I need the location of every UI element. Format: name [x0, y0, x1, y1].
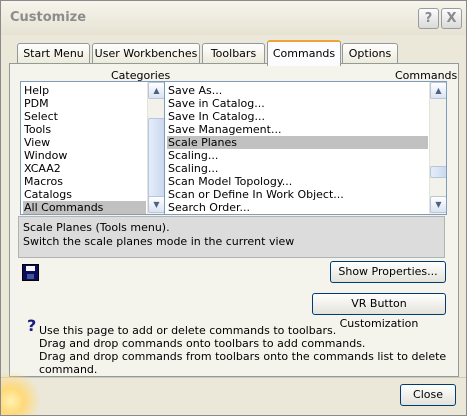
list-item[interactable]: XCAA2 [23, 162, 146, 175]
show-properties-button[interactable]: Show Properties... [330, 261, 446, 283]
title-help-button[interactable]: ? [418, 8, 439, 29]
question-mark-icon: ? [27, 316, 37, 335]
scroll-down-button[interactable]: ▼ [430, 196, 446, 213]
list-item[interactable]: Save As... [167, 84, 428, 97]
list-item[interactable]: Scan Model Topology... [167, 175, 428, 188]
customize-dialog: Customize ? X Start Menu User Workbenche… [0, 0, 467, 416]
tab-toolbars[interactable]: Toolbars [202, 43, 265, 64]
list-item[interactable]: PDM [23, 97, 146, 110]
categories-scrollbar[interactable]: ▲ ▼ [147, 82, 164, 214]
list-item[interactable]: Macros [23, 175, 146, 188]
list-item-selected[interactable]: Scale Planes [167, 136, 428, 149]
list-item-selected[interactable]: All Commands [23, 201, 146, 214]
command-description: Scale Planes (Tools menu). Switch the sc… [18, 216, 445, 258]
title-bar: Customize ? X [1, 1, 466, 35]
list-item[interactable]: View [23, 136, 146, 149]
list-item[interactable]: Select [23, 110, 146, 123]
scroll-up-button[interactable]: ▲ [148, 82, 164, 99]
floppy-disk-icon[interactable] [22, 264, 39, 281]
tab-commands[interactable]: Commands [267, 40, 341, 66]
scroll-down-button[interactable]: ▼ [148, 196, 164, 213]
vr-button-customization-button[interactable]: VR Button Customization [312, 293, 446, 330]
help-line-3: Drag and drop commands from toolbars ont… [39, 350, 447, 376]
window-title: Customize [10, 10, 87, 25]
floppy-shutter [27, 274, 34, 279]
tab-start-menu[interactable]: Start Menu [17, 43, 90, 64]
tab-options[interactable]: Options [342, 43, 398, 64]
list-item[interactable]: Save In Catalog... [167, 110, 428, 123]
list-item[interactable]: Scaling... [167, 149, 428, 162]
description-line-2: Switch the scale planes mode in the curr… [23, 235, 295, 248]
floppy-label-area [26, 266, 35, 271]
list-item[interactable]: Window [23, 149, 146, 162]
description-line-1: Scale Planes (Tools menu). [23, 221, 170, 234]
list-item[interactable]: Save in Catalog... [167, 97, 428, 110]
list-item[interactable]: Tools [23, 123, 146, 136]
list-item[interactable]: Catalogs [23, 188, 146, 201]
title-close-button[interactable]: X [441, 8, 462, 29]
list-item[interactable]: Scan or Define In Work Object... [167, 188, 428, 201]
tab-user-workbenches[interactable]: User Workbenches [92, 43, 200, 64]
bottom-separator [1, 377, 466, 378]
list-item[interactable]: Search Order... [167, 201, 428, 214]
scroll-up-button[interactable]: ▲ [430, 82, 446, 99]
close-button[interactable]: Close [400, 384, 456, 406]
categories-list[interactable]: Help PDM Select Tools View Window XCAA2 … [20, 81, 165, 215]
commands-scrollbar[interactable]: ▲ ▼ [429, 82, 446, 214]
scroll-thumb[interactable] [148, 118, 164, 198]
list-item[interactable]: Help [23, 84, 146, 97]
scroll-thumb[interactable] [430, 166, 446, 178]
list-item[interactable]: Save Management... [167, 123, 428, 136]
list-item[interactable]: Scaling... [167, 162, 428, 175]
commands-list[interactable]: Save As... Save in Catalog... Save In Ca… [164, 81, 447, 215]
help-line-1: Use this page to add or delete commands … [39, 324, 337, 337]
help-line-2: Drag and drop commands onto toolbars to … [39, 337, 366, 350]
